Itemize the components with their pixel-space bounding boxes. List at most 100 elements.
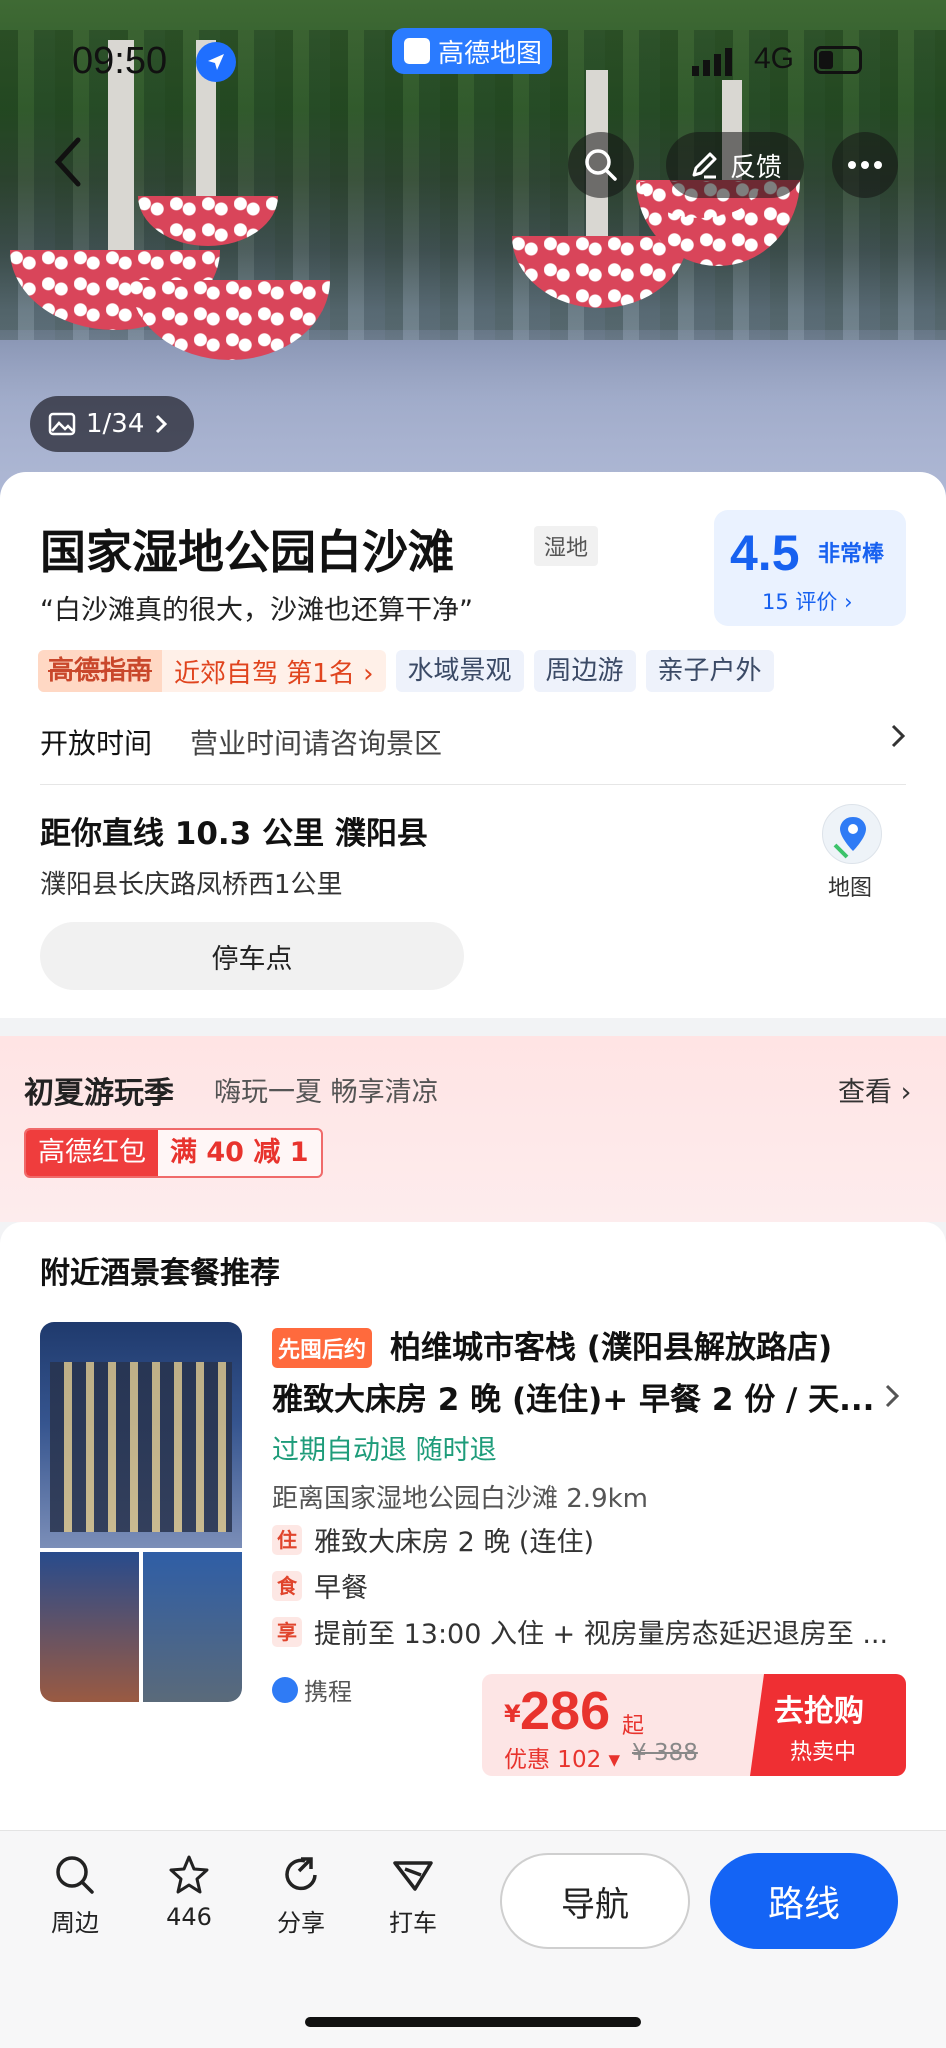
divider [40,784,906,785]
promo-subtitle: 嗨玩一夏 畅享清凉 [214,1077,439,1108]
return-to-app-pill[interactable]: 高德地图 [392,28,552,74]
photo-counter[interactable]: 1/34 [30,396,194,452]
guide-ranking-tag[interactable]: 高德指南 近郊自驾 第1名 › [38,650,386,692]
search-icon [56,1856,94,1894]
hotel-photo-main [40,1322,242,1548]
original-price: ¥ 388 [632,1740,698,1766]
feedback-label: 反馈 [729,152,782,183]
buy-box[interactable]: ¥ 286 起 优惠 102 ▾ ¥ 388 去抢购 热卖中 [482,1674,906,1776]
perk-key: 享 [272,1616,302,1647]
tab-taxi[interactable]: 打车 [368,1853,458,1938]
perk-food: 食 早餐 [272,1566,902,1605]
discount-text[interactable]: 优惠 102 ▾ [504,1740,620,1774]
coupon-badge[interactable]: 高德红包 满 40 减 1 [24,1128,323,1178]
back-button[interactable] [48,134,98,194]
chevron-right-icon [885,1384,900,1408]
search-icon [585,149,617,181]
perk-key: 住 [272,1524,302,1555]
hotel-name[interactable]: 柏维城市客栈 (濮阳县解放路店) [390,1322,832,1367]
perk-text: 早餐 [314,1573,368,1604]
refund-policy: 过期自动退 随时退 [272,1435,497,1466]
hotel-photos[interactable] [40,1322,242,1702]
distance-text: 距你直线 10.3 公里 濮阳县 [40,816,428,852]
poi-info-card: 国家湿地公园白沙滩 湿地 “白沙滩真的很大，沙滩也还算干净” 4.5 非常棒 1… [0,472,946,1018]
rating-label: 非常棒 [818,542,885,567]
guide-rank: 近郊自驾 第1名 › [174,658,374,689]
promo-title: 初夏游玩季 [24,1076,174,1111]
promo-more-link[interactable]: 查看 › [838,1070,911,1109]
taxi-icon [393,1861,433,1891]
chevron-right-icon [156,414,168,434]
navigate-button[interactable]: 导航 [500,1853,690,1949]
hotel-distance: 距离国家湿地公园白沙滩 2.9km [272,1484,648,1514]
signal-icon [692,48,732,76]
perk-text: 雅致大床房 2 晚 (连住) [314,1527,594,1558]
poi-title: 国家湿地公园白沙滩 [40,525,454,579]
hours-label: 开放时间 [40,727,153,760]
share-icon [285,1857,317,1891]
app-pill-label: 高德地图 [438,38,543,69]
perk-enjoy: 享 提前至 13:00 入住 + 视房量房态延迟退房至 ... [272,1612,902,1651]
promo-banner[interactable]: 初夏游玩季 嗨玩一夏 畅享清凉 查看 › 高德红包 满 40 减 1 [0,1036,946,1222]
map-label[interactable]: 地图 [828,870,872,902]
tab-nearby[interactable]: 周边 [30,1853,120,1938]
tag-water-landscape[interactable]: 水域景观 [395,650,524,692]
image-icon [48,412,76,436]
ctrip-logo-icon [272,1676,298,1703]
poi-review-quote[interactable]: “白沙滩真的很大，沙滩也还算干净” [40,588,473,627]
route-button[interactable]: 路线 [710,1853,898,1949]
perk-text: 提前至 13:00 入住 + 视房量房态延迟退房至 ... [314,1619,889,1650]
coupon-value: 满 40 减 1 [170,1137,309,1168]
hotel-photo-3 [143,1552,242,1702]
home-indicator[interactable] [305,2017,641,2027]
chevron-right-icon [891,724,906,748]
tab-nearby-label: 周边 [51,1909,99,1937]
photo-counter-text: 1/34 [86,409,145,439]
more-button[interactable] [832,132,898,198]
tab-taxi-label: 打车 [389,1909,437,1937]
buy-now-button[interactable]: 去抢购 热卖中 [750,1674,906,1776]
status-time: 09:50 [72,40,168,82]
battery-icon [814,46,862,74]
perk-key: 食 [272,1570,302,1601]
rating-score: 4.5 [730,525,800,581]
tag-nearby-trip[interactable]: 周边游 [533,650,636,692]
currency-symbol: ¥ [504,1700,521,1728]
bottom-action-bar: 周边 446 分享 打车 导航 路线 [0,1830,946,2048]
edit-icon [692,152,717,179]
amap-logo-icon [404,38,430,64]
location-arrow-icon [196,42,236,82]
hero-photo[interactable]: 09:50 4G 高德地图 反馈 1/34 [0,0,946,500]
search-button[interactable] [568,132,634,198]
map-icon[interactable] [822,804,882,864]
address-text[interactable]: 濮阳县长庆路凤桥西1公里 [40,864,343,901]
review-count: 15 评价 › [762,590,853,614]
network-type: 4G [754,42,795,75]
price: 286 [520,1681,611,1741]
poi-category-tag: 湿地 [534,526,599,566]
perk-stay: 住 雅致大床房 2 晚 (连住) [272,1520,902,1559]
feedback-button[interactable]: 反馈 [666,132,804,198]
parking-button[interactable]: 停车点 [40,922,464,990]
back-chevron-icon [54,137,81,187]
hours-value: 营业时间请咨询景区 [190,727,443,760]
tag-family-outdoor[interactable]: 亲子户外 [645,650,774,692]
opening-hours-row[interactable]: 开放时间 营业时间请咨询景区 [40,718,906,768]
section-title: 附近酒景套餐推荐 [40,1256,280,1291]
star-icon [169,1855,209,1894]
rating-box[interactable]: 4.5 非常棒 15 评价 › [714,510,906,626]
more-dots-icon [848,161,882,169]
buy-label: 去抢购 [774,1694,864,1729]
tab-share[interactable]: 分享 [256,1853,346,1938]
price-suffix: 起 [622,1714,645,1739]
favorite-count: 446 [166,1903,212,1931]
tab-favorite[interactable]: 446 [144,1853,234,1931]
buy-sub-label: 热卖中 [790,1740,857,1765]
tab-share-label: 分享 [277,1909,325,1937]
provider-name: 携程 [304,1678,352,1706]
tag-row: 高德指南 近郊自驾 第1名 › 水域景观 周边游 亲子户外 [38,650,774,692]
package-room[interactable]: 雅致大床房 2 晚 (连住)+ 早餐 2 份 / 天... [272,1374,872,1419]
provider: 携程 [272,1672,352,1707]
guide-badge: 高德指南 [38,650,163,692]
hotel-photo-2 [40,1552,139,1702]
